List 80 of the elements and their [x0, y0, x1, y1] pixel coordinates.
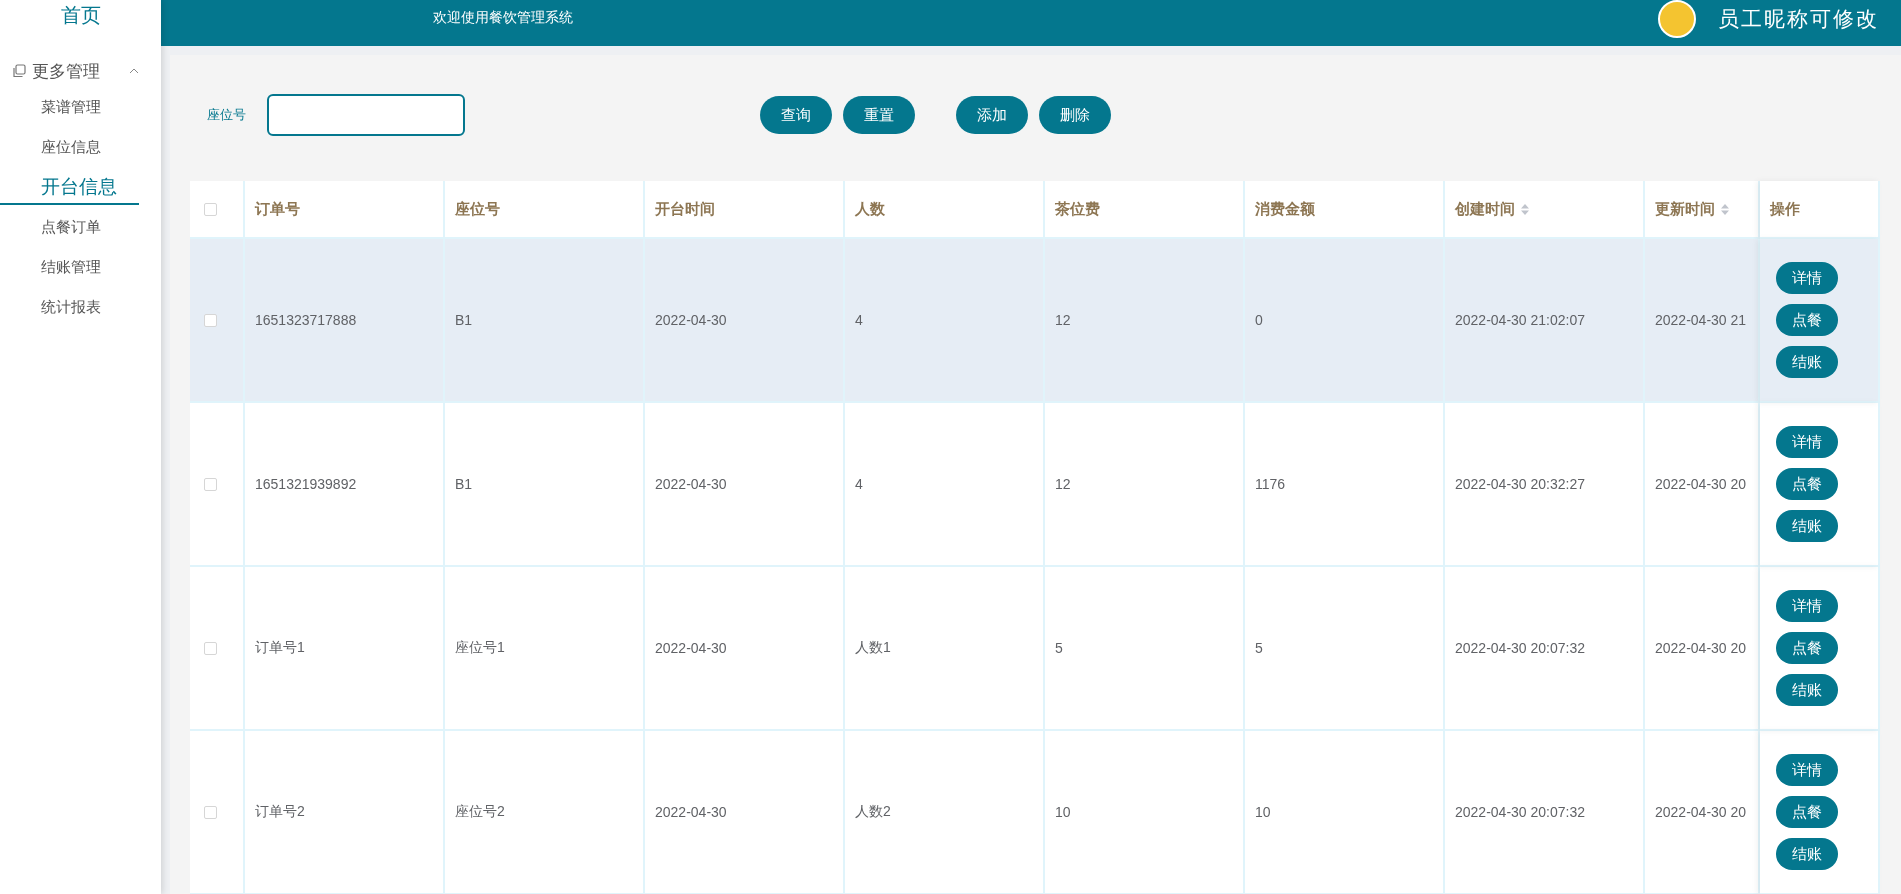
table-cell: 2022-04-30 20:07:32 [1455, 804, 1585, 820]
table-cell: 4 [855, 476, 863, 492]
checkbox[interactable] [204, 805, 217, 819]
menu-group[interactable]: 更多管理 [0, 42, 161, 82]
action-button[interactable]: 点餐 [1776, 796, 1838, 828]
table-cell: 订单号2 [255, 803, 305, 821]
menu-item[interactable]: 结账管理 [0, 247, 161, 287]
column-header: 操作 [1770, 199, 1800, 219]
column-header[interactable]: 创建时间 [1455, 199, 1529, 219]
toolbar-button[interactable]: 删除 [1039, 96, 1111, 134]
avatar[interactable] [1658, 0, 1696, 38]
table-cell: B1 [455, 476, 473, 492]
table-cell: 12 [1055, 476, 1071, 492]
table-cell: 10 [1055, 804, 1071, 820]
table-cell: 2022-04-30 20 [1655, 804, 1747, 820]
action-button[interactable]: 详情 [1776, 754, 1838, 786]
action-button[interactable]: 点餐 [1776, 304, 1838, 336]
table-cell: 2022-04-30 21:02:07 [1455, 312, 1585, 328]
table-cell: 订单号1 [255, 639, 305, 657]
table-cell: 2022-04-30 20 [1655, 476, 1747, 492]
toolbar-button[interactable]: 查询 [760, 96, 832, 134]
table-cell: 1651323717888 [255, 312, 357, 328]
column-header: 座位号 [455, 199, 500, 219]
column-header: 订单号 [255, 199, 300, 219]
table-cell: 2022-04-30 20 [1655, 640, 1747, 656]
table-cell: 2022-04-30 [655, 640, 727, 656]
action-button[interactable]: 结账 [1776, 674, 1838, 706]
table-cell: 10 [1255, 804, 1271, 820]
menu-item[interactable]: 菜谱管理 [0, 87, 161, 127]
table-cell: 4 [855, 312, 863, 328]
action-button[interactable]: 结账 [1776, 510, 1838, 542]
action-button[interactable]: 结账 [1776, 838, 1838, 870]
action-button[interactable]: 详情 [1776, 426, 1838, 458]
table-cell: 12 [1055, 312, 1071, 328]
table-cell: B1 [455, 312, 473, 328]
table-cell: 2022-04-30 [655, 804, 727, 820]
action-button[interactable]: 详情 [1776, 262, 1838, 294]
sort-icon[interactable] [1721, 203, 1729, 215]
table-cell: 座位号1 [455, 639, 505, 657]
sort-icon[interactable] [1521, 203, 1529, 215]
home-link[interactable]: 首页 [0, 0, 161, 42]
column-header: 人数 [855, 199, 885, 219]
column-header[interactable]: 更新时间 [1655, 199, 1729, 219]
checkbox[interactable] [204, 313, 217, 327]
menu-item[interactable]: 开台信息 [0, 167, 139, 205]
menu-item[interactable]: 点餐订单 [0, 207, 161, 247]
checkbox[interactable] [204, 202, 217, 216]
table-cell: 座位号2 [455, 803, 505, 821]
action-button[interactable]: 点餐 [1776, 632, 1838, 664]
table-cell: 5 [1255, 640, 1263, 656]
table-cell: 1651321939892 [255, 476, 357, 492]
table-cell: 人数1 [855, 639, 891, 657]
action-button[interactable]: 详情 [1776, 590, 1838, 622]
table-cell: 2022-04-30 [655, 312, 727, 328]
toolbar-button[interactable]: 添加 [956, 96, 1028, 134]
table-cell: 0 [1255, 312, 1263, 328]
action-button[interactable]: 结账 [1776, 346, 1838, 378]
checkbox[interactable] [204, 641, 217, 655]
table-cell: 2022-04-30 20:07:32 [1455, 640, 1585, 656]
input-field[interactable] [267, 94, 465, 136]
column-header: 开台时间 [655, 199, 715, 219]
table-cell: 5 [1055, 640, 1063, 656]
table-cell: 2022-04-30 [655, 476, 727, 492]
user-name[interactable]: 员工昵称可修改 [1718, 5, 1879, 33]
caret-icon [129, 68, 139, 74]
menu-item[interactable]: 座位信息 [0, 127, 161, 167]
column-header: 茶位费 [1055, 199, 1100, 219]
checkbox[interactable] [204, 477, 217, 491]
toolbar-button[interactable]: 重置 [843, 96, 915, 134]
copy-icon [12, 64, 26, 78]
header-title: 欢迎使用餐饮管理系统 [433, 9, 573, 27]
column-header: 消费金额 [1255, 199, 1315, 219]
table-cell: 人数2 [855, 803, 891, 821]
table-cell: 1176 [1255, 476, 1286, 492]
menu-item[interactable]: 统计报表 [0, 287, 161, 327]
action-button[interactable]: 点餐 [1776, 468, 1838, 500]
field-label: 座位号 [207, 106, 247, 124]
group-label: 更多管理 [32, 60, 100, 83]
table-cell: 2022-04-30 21 [1655, 312, 1747, 328]
table-cell: 2022-04-30 20:32:27 [1455, 476, 1585, 492]
